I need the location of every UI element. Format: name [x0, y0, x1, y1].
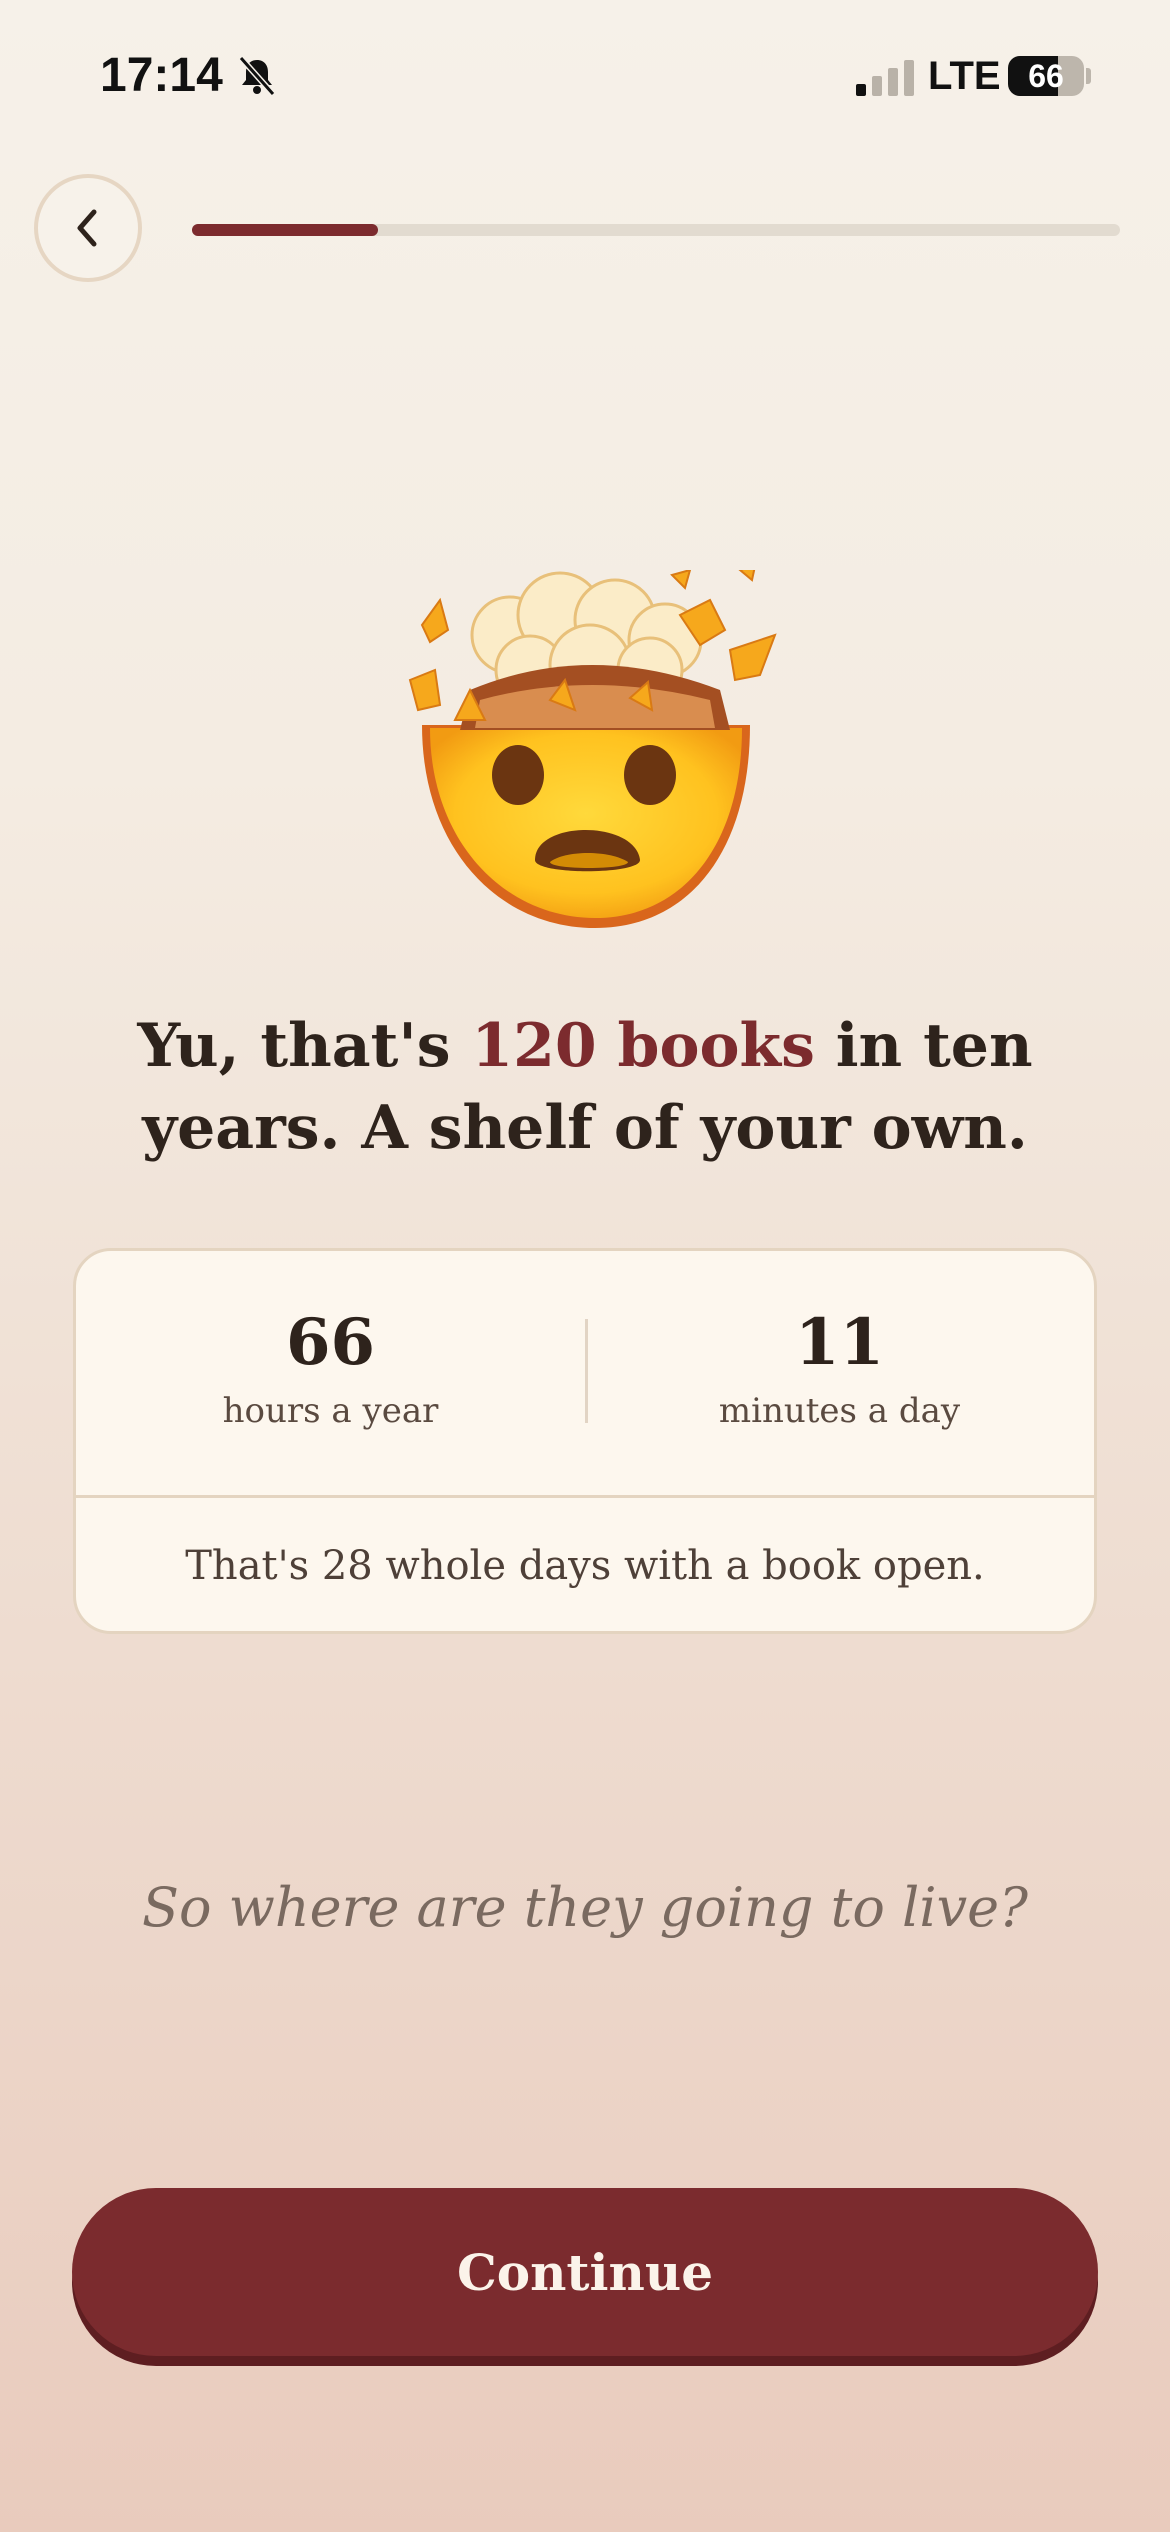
chevron-left-icon — [77, 209, 97, 247]
battery-icon: 66 — [1008, 56, 1084, 96]
status-bar: 17:14 LTE 66 — [0, 0, 1170, 150]
stat-minutes-day: 11 minutes a day — [585, 1303, 1094, 1435]
network-type: LTE — [928, 54, 1001, 98]
back-button[interactable] — [34, 174, 142, 282]
onboarding-progress-bar — [192, 224, 1120, 236]
question-text: So where are they going to live? — [142, 1876, 1028, 1939]
headline: Yu, that's 120 books in ten years. A she… — [100, 1005, 1070, 1169]
stats-footer-text: That's 28 whole days with a book open. — [185, 1543, 985, 1589]
battery-tip — [1086, 68, 1091, 84]
stat-label: hours a year — [222, 1391, 439, 1431]
progress-fill — [192, 224, 378, 236]
headline-highlight: 120 books — [471, 1011, 815, 1081]
battery-level: 66 — [1028, 57, 1064, 94]
stats-row: 66 hours a year 11 minutes a day — [76, 1251, 1094, 1495]
status-time: 17:14 — [100, 49, 223, 102]
exploding-head-emoji — [408, 570, 777, 928]
stat-value: 66 — [285, 1305, 376, 1380]
stat-value: 11 — [794, 1305, 885, 1380]
continue-button[interactable]: Continue — [72, 2188, 1098, 2356]
stat-hours-year: 66 hours a year — [76, 1303, 585, 1435]
reading-stats-card: 66 hours a year 11 minutes a day That's … — [73, 1248, 1097, 1634]
stat-label: minutes a day — [718, 1391, 961, 1431]
signal-icon — [856, 60, 914, 96]
headline-prefix: Yu, that's — [137, 1011, 472, 1081]
bell-muted-icon — [238, 56, 276, 96]
